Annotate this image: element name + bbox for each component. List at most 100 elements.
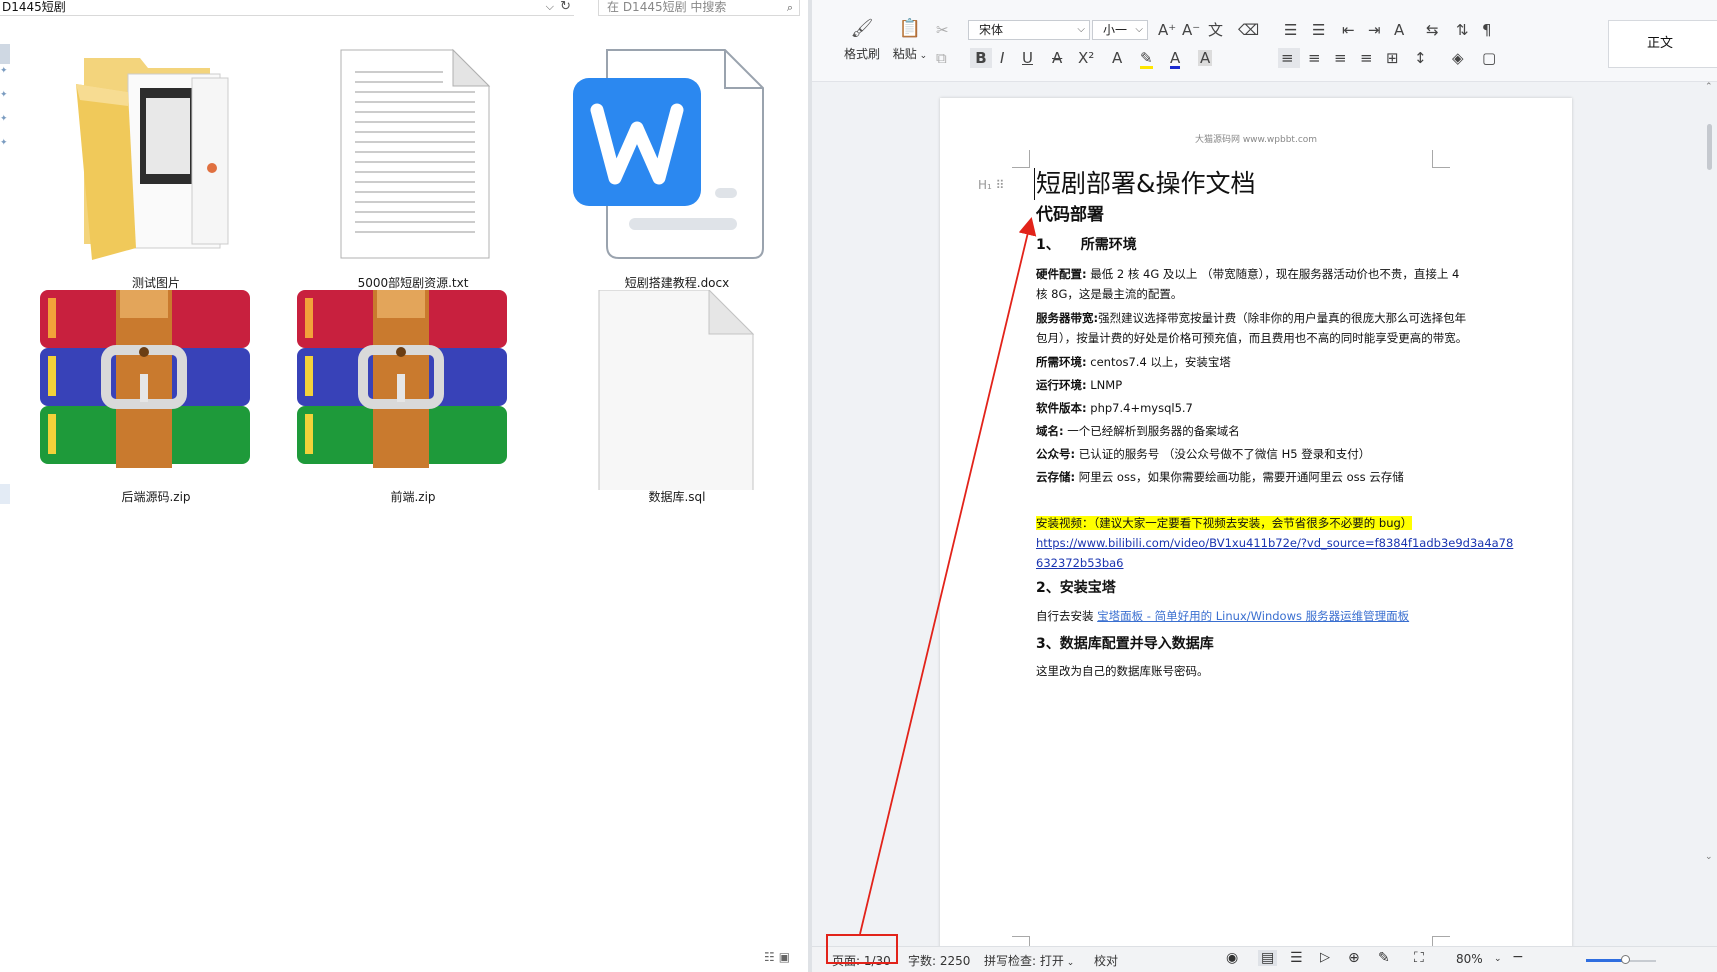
increase-indent-icon[interactable]: ⇥: [1368, 22, 1381, 38]
zoom-slider-handle[interactable]: [1620, 955, 1630, 964]
show-marks-icon[interactable]: ¶: [1482, 22, 1492, 38]
heading-handle-icon[interactable]: H₁ ⠿: [978, 178, 1004, 192]
pin-icon: ✦: [0, 114, 8, 124]
fit-page-icon[interactable]: ⛶: [1414, 950, 1424, 966]
proofread-button[interactable]: 校对: [1094, 952, 1118, 969]
font-color-icon[interactable]: A: [1170, 50, 1181, 69]
italic-icon[interactable]: I: [1000, 50, 1004, 66]
navigation-pane[interactable]: ✦ ✦ ✦ ✦: [0, 18, 12, 972]
video-link-line-1[interactable]: https://www.bilibili.com/video/BV1xu411b…: [1036, 536, 1513, 550]
align-right-icon[interactable]: ≡: [1334, 50, 1347, 66]
font-size-select[interactable]: 小一 ⌵: [1092, 20, 1148, 40]
cut-icon[interactable]: ✂: [936, 22, 949, 38]
justify-icon[interactable]: ≡: [1360, 50, 1373, 66]
chevron-down-icon[interactable]: ⌄: [1494, 954, 1502, 964]
highlight-icon[interactable]: ✎: [1140, 50, 1153, 69]
software-text: php7.4+mysql5.7: [1086, 401, 1193, 415]
paste-button[interactable]: 📋 粘贴 ⌄: [890, 18, 930, 62]
search-icon: ⌕: [786, 1, 793, 14]
db-line: 这里改为自己的数据库账号密码。: [1036, 664, 1209, 678]
file-item-docx[interactable]: 短剧搭建教程.docx: [557, 48, 797, 298]
bw-line-1: 服务器带宽:强烈建议选择带宽按量计费（除非你的用户量真的很庞大那么可选择包年: [1036, 311, 1466, 325]
text-effect-icon[interactable]: A: [1112, 50, 1122, 66]
env-line: 所需环境: centos7.4 以上，安装宝塔: [1036, 355, 1231, 369]
paragraph-shading-icon[interactable]: ◈: [1452, 50, 1464, 66]
zoom-level[interactable]: 80%: [1456, 952, 1483, 966]
details-view-icon[interactable]: ☷: [764, 950, 779, 964]
env-label: 所需环境:: [1036, 355, 1087, 369]
file-item-zip[interactable]: 后端源码.zip: [36, 290, 276, 540]
web-view-icon[interactable]: ⊕: [1348, 950, 1360, 966]
read-mode-icon[interactable]: ▷: [1320, 950, 1330, 965]
file-name: 短剧搭建教程.docx: [624, 276, 730, 290]
bt-link[interactable]: 宝塔面板 - 简单好用的 Linux/Windows 服务器运维管理面板: [1097, 609, 1409, 623]
nav-selected-item[interactable]: [0, 44, 10, 64]
video-link-line-2[interactable]: 632372b53ba6: [1036, 556, 1124, 570]
bw-text-1: 强烈建议选择带宽按量计费（除非你的用户量真的很庞大那么可选择包年: [1098, 311, 1467, 325]
clear-format-icon[interactable]: ⌫: [1238, 22, 1259, 38]
text-direction-icon[interactable]: ⇆: [1426, 22, 1439, 38]
font-name-select[interactable]: 宋体 ⌵: [968, 20, 1090, 40]
view-switcher[interactable]: ☷▣: [764, 950, 794, 964]
hw-label: 硬件配置:: [1036, 267, 1087, 281]
eye-protection-icon[interactable]: ◉: [1226, 950, 1238, 966]
wps-writer-icon: [573, 49, 764, 259]
chevron-down-icon: ⌄: [916, 51, 928, 61]
sort-icon[interactable]: ⇅: [1456, 22, 1469, 38]
bold-icon[interactable]: B: [970, 48, 992, 68]
phonetic-guide-icon[interactable]: 文: [1208, 22, 1223, 38]
file-item-folder[interactable]: 测试图片: [36, 48, 276, 298]
align-left-icon[interactable]: ≡: [1278, 48, 1300, 68]
winrar-archive-icon: [40, 290, 250, 468]
address-bar[interactable]: D1445短剧 ⌵ ↻: [0, 0, 574, 16]
copy-icon[interactable]: ⧉: [936, 50, 947, 66]
file-name: 后端源码.zip: [121, 490, 191, 504]
large-icons-view-icon[interactable]: ▣: [779, 950, 794, 964]
nav-item[interactable]: [0, 484, 10, 504]
file-item-txt[interactable]: 5000部短剧资源.txt: [293, 48, 533, 298]
bullet-list-icon[interactable]: ☰: [1284, 22, 1297, 38]
scroll-down-icon[interactable]: ⌄: [1705, 852, 1713, 862]
doc-title: 短剧部署&操作文档: [1034, 168, 1256, 200]
chinese-layout-icon[interactable]: A: [1394, 22, 1404, 38]
pin-icon: ✦: [0, 90, 8, 100]
align-center-icon[interactable]: ≡: [1308, 50, 1321, 66]
spell-check-status[interactable]: 拼写检查: 打开 ⌄: [984, 952, 1074, 969]
increase-font-icon[interactable]: A⁺: [1158, 22, 1176, 38]
decrease-indent-icon[interactable]: ⇤: [1342, 22, 1355, 38]
run-label: 运行环境:: [1036, 378, 1087, 392]
line-spacing-icon[interactable]: ↕: [1414, 50, 1427, 66]
refresh-icon[interactable]: ↻: [560, 0, 571, 14]
outline-view-icon[interactable]: ☰: [1290, 950, 1303, 966]
scroll-up-icon[interactable]: ⌃: [1705, 82, 1713, 92]
strikethrough-icon[interactable]: A: [1052, 50, 1062, 66]
oss-line: 云存储: 阿里云 oss，如果你需要绘画功能，需要开通阿里云 oss 云存储: [1036, 470, 1404, 484]
file-item-zip[interactable]: 前端.zip: [293, 290, 533, 540]
chevron-down-icon[interactable]: ⌵: [546, 0, 554, 14]
decrease-font-icon[interactable]: A⁻: [1182, 22, 1200, 38]
write-mode-icon[interactable]: ✎: [1378, 950, 1390, 966]
format-painter-button[interactable]: 🖌 格式刷: [842, 18, 882, 62]
distributed-icon[interactable]: ⊞: [1386, 50, 1399, 66]
underline-icon[interactable]: U: [1022, 50, 1033, 66]
borders-icon[interactable]: ▢: [1482, 50, 1496, 66]
page-view-icon[interactable]: ▤: [1258, 950, 1278, 966]
brush-icon: 🖌: [850, 18, 874, 39]
file-item-sql[interactable]: 数据库.sql: [557, 290, 797, 540]
vertical-scrollbar[interactable]: ⌃ ⌄: [1702, 82, 1717, 946]
oss-label: 云存储:: [1036, 470, 1076, 484]
word-count[interactable]: 字数: 2250: [908, 952, 970, 969]
document-page[interactable]: 大猫源码网 www.wpbbt.com H₁ ⠿ 短剧部署&操作文档 代码部署 …: [940, 98, 1572, 958]
char-shading-icon[interactable]: A: [1198, 50, 1213, 66]
zoom-out-icon[interactable]: −: [1512, 949, 1524, 965]
scrollbar-thumb[interactable]: [1707, 124, 1712, 170]
superscript-icon[interactable]: X²: [1078, 50, 1094, 66]
numbered-list-icon[interactable]: ☰: [1312, 22, 1325, 38]
hw-line-1: 硬件配置: 最低 2 核 4G 及以上 （带宽随意），现在服务器活动价也不贵，直…: [1036, 267, 1459, 281]
pin-icon: ✦: [0, 138, 8, 148]
hw-line-2: 核 8G，这是最主流的配置。: [1036, 287, 1183, 301]
chevron-down-icon: ⌵: [1135, 24, 1143, 35]
margin-mark: [1012, 150, 1030, 168]
style-normal-button[interactable]: 正文: [1608, 20, 1717, 68]
search-input[interactable]: 在 D1445短剧 中搜索 ⌕: [598, 0, 800, 16]
